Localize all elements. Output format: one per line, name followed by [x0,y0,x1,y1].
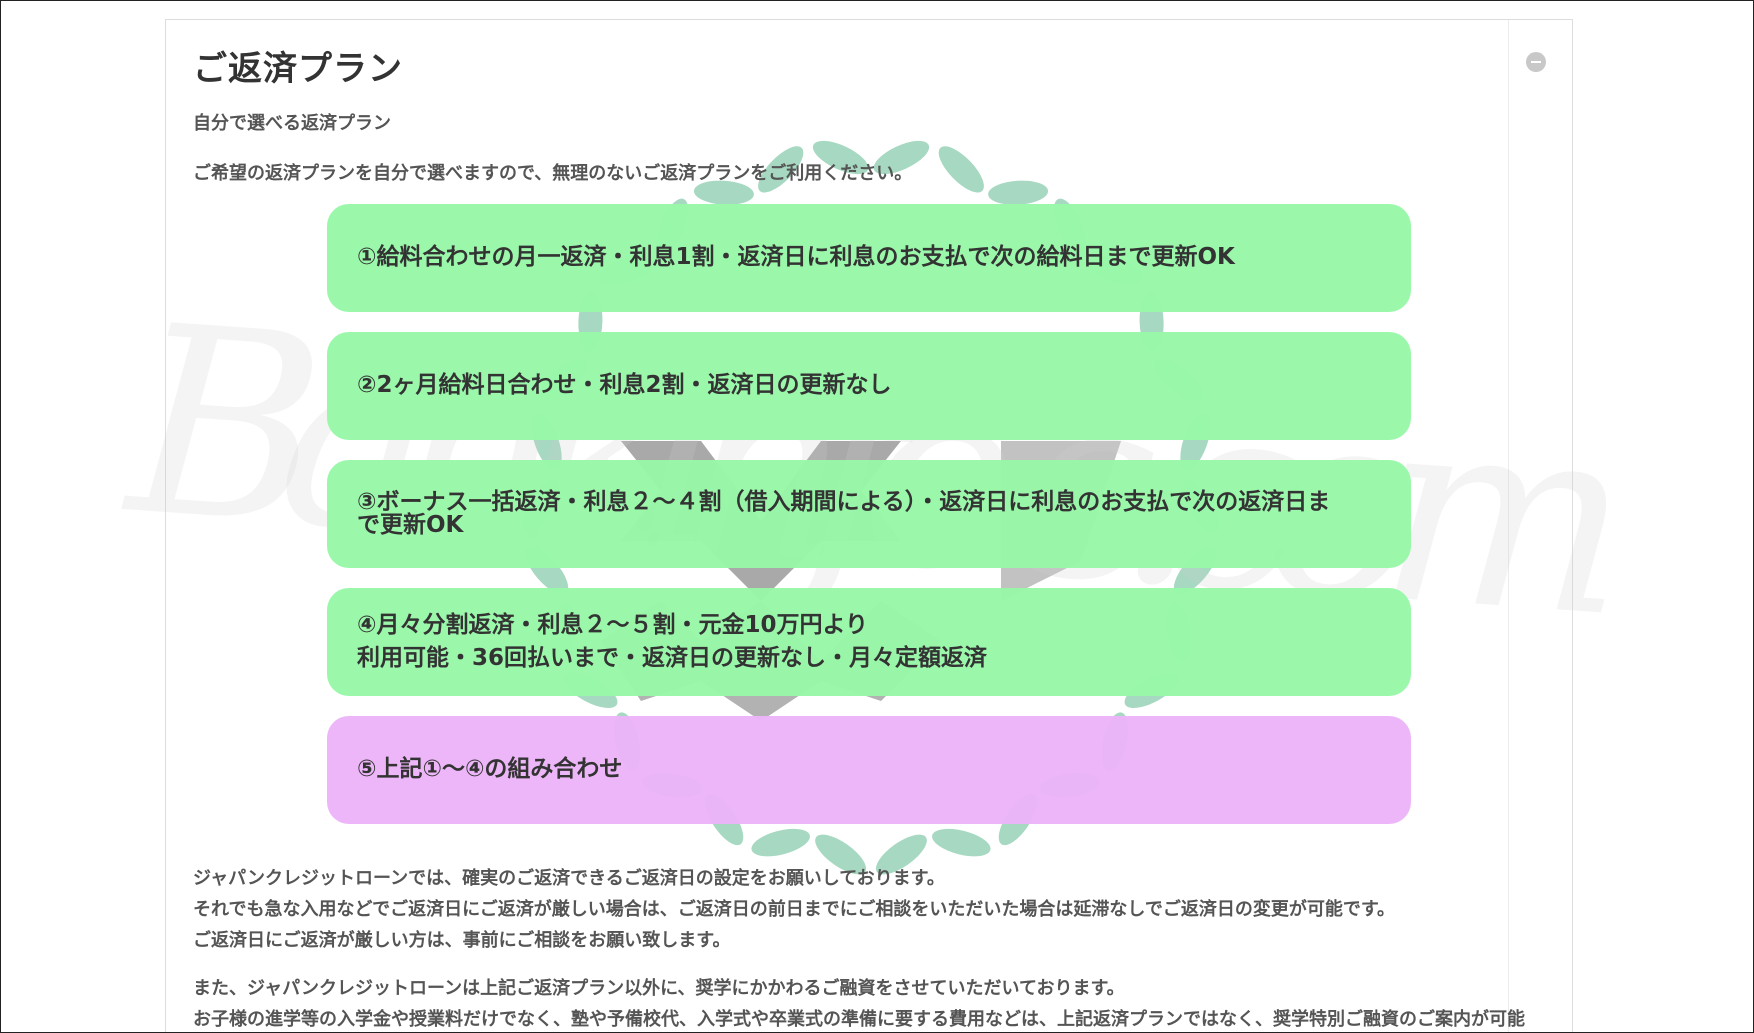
plan-5-box: ⑤上記①～④の組み合わせ [327,716,1411,824]
plan-4-line1: ④月々分割返済・利息２～５割・元金10万円より [357,611,869,638]
page-frame: Bankinfo-s.com ご返済プラン 自分で選べる返済プラン ご希望の返済… [0,0,1754,1033]
notes-paragraph-2: また、ジャパンクレジットローンは上記ご返済プラン以外に、奨学にかかわるご融資をさ… [193,973,1525,1032]
plan-3-line2: で更新OK [357,512,464,538]
intro-text: ご希望の返済プランを自分で選べますので、無理のないご返済プランをご利用ください。 [193,163,913,184]
notes-p1-line1: ジャパンクレジットローンでは、確実のご返済できるご返済日の設定をお願いしておりま… [193,868,945,889]
plan-1-box: ①給料合わせの月一返済・利息1割・返済日に利息のお支払で次の給料日まで更新OK [327,204,1411,312]
content-layer: ご返済プラン 自分で選べる返済プラン ご希望の返済プランを自分で選べますので、無… [1,1,1753,1032]
notes-p2-line2: お子様の進学等の入学金や授業料だけでなく、塾や予備校代、入学式や卒業式の準備に要… [193,1009,1525,1030]
section-subtitle: 自分で選べる返済プラン [193,113,391,134]
notes-p1-line3: ご返済日にご返済が厳しい方は、事前にご相談をお願い致します。 [193,930,731,951]
plan-2-line1: ②2ヶ月給料日合わせ・利息2割・返済日の更新なし [357,372,892,399]
notes-p2-line1: また、ジャパンクレジットローンは上記ご返済プラン以外に、奨学にかかわるご融資をさ… [193,978,1125,999]
plan-3-box: ③ボーナス一括返済・利息２～４割（借入期間による）・返済日に利息のお支払で次の返… [327,460,1411,568]
plan-4-box: ④月々分割返済・利息２～５割・元金10万円より 利用可能・36回払いまで・返済日… [327,588,1411,696]
plan-2-box: ②2ヶ月給料日合わせ・利息2割・返済日の更新なし [327,332,1411,440]
plan-4-line2: 利用可能・36回払いまで・返済日の更新なし・月々定額返済 [357,645,988,671]
page-title: ご返済プラン [193,49,403,89]
plan-1-line1: ①給料合わせの月一返済・利息1割・返済日に利息のお支払で次の給料日まで更新OK [357,244,1235,271]
notes-paragraph-1: ジャパンクレジットローンでは、確実のご返済できるご返済日の設定をお願いしておりま… [193,863,1395,956]
notes-p1-line2: それでも急な入用などでご返済日にご返済が厳しい場合は、ご返済日の前日までにご相談… [193,899,1396,920]
plan-5-line1: ⑤上記①～④の組み合わせ [357,756,623,783]
plan-3-line1: ③ボーナス一括返済・利息２～４割（借入期間による）・返済日に利息のお支払で次の返… [357,489,1331,515]
